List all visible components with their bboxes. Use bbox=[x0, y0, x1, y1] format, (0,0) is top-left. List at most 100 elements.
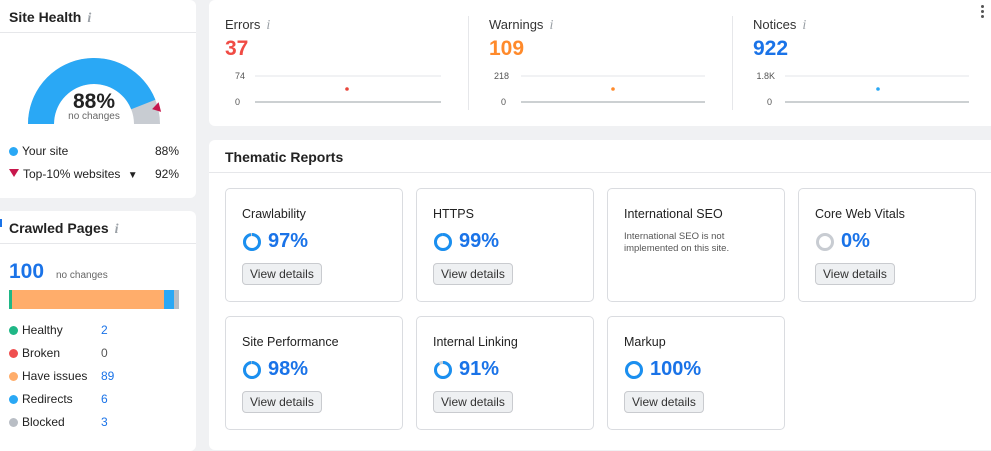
progress-ring-icon bbox=[243, 232, 261, 251]
thematic-reports-title: Thematic Reports bbox=[225, 149, 344, 165]
crawled-pages-header: Crawled Pages i bbox=[9, 220, 119, 238]
progress-ring-icon bbox=[625, 360, 643, 379]
row-label: Broken bbox=[22, 346, 61, 360]
ring-fill bbox=[625, 360, 643, 379]
report-title: Markup bbox=[624, 335, 666, 349]
zero-tick-label: 0 bbox=[235, 97, 240, 107]
report-card-site-performance[interactable]: Site Performance 98% View details bbox=[225, 316, 403, 430]
errors-sparkline: 74 0 bbox=[235, 71, 441, 107]
divider bbox=[0, 32, 196, 33]
info-icon[interactable]: i bbox=[115, 222, 119, 237]
report-card-internal-linking[interactable]: Internal Linking 91% View details bbox=[416, 316, 594, 430]
row-value: 0 bbox=[101, 346, 108, 360]
thematic-reports-widget: Thematic Reports Crawlability 97% View d… bbox=[209, 140, 991, 450]
ring-track bbox=[816, 232, 834, 251]
crawled-pages-title: Crawled Pages bbox=[9, 220, 109, 236]
row-value-link[interactable]: 3 bbox=[101, 415, 108, 429]
broken-dot-icon bbox=[9, 349, 18, 358]
site-health-widget: Site Health i 88% no changes Your site 88… bbox=[0, 0, 196, 198]
max-tick-label: 218 bbox=[494, 71, 509, 81]
zero-tick-label: 0 bbox=[767, 97, 772, 107]
crawled-pages-stacked-bar[interactable] bbox=[9, 290, 179, 309]
focus-accent bbox=[0, 219, 2, 227]
report-title: HTTPS bbox=[433, 207, 474, 221]
notices-metric[interactable]: Notices i 922 1.8K 0 bbox=[737, 0, 987, 126]
legend-your-site: Your site 88% bbox=[9, 144, 179, 158]
report-card-markup[interactable]: Markup 100% View details bbox=[607, 316, 785, 430]
divider bbox=[732, 16, 733, 110]
data-point bbox=[876, 87, 880, 91]
crawled-row-healthy[interactable]: Healthy 2 bbox=[9, 323, 119, 337]
issues-widget: Errors i 37 74 0 Warnings i 109 218 0 Noti… bbox=[209, 0, 991, 126]
report-card-international-seo: International SEO International SEO is n… bbox=[607, 188, 785, 302]
your-site-dot-icon bbox=[9, 147, 18, 156]
row-value-link[interactable]: 89 bbox=[101, 369, 114, 383]
bar-segment-blocked[interactable] bbox=[173, 290, 179, 309]
report-title: International SEO bbox=[624, 207, 723, 221]
report-card-https[interactable]: HTTPS 99% View details bbox=[416, 188, 594, 302]
info-icon[interactable]: i bbox=[87, 11, 91, 26]
report-title: Internal Linking bbox=[433, 335, 518, 349]
view-details-button[interactable]: View details bbox=[433, 263, 513, 285]
top10-triangle-icon bbox=[9, 169, 19, 177]
report-score: 91% bbox=[433, 358, 499, 381]
crawled-row-redirects[interactable]: Redirects 6 bbox=[9, 392, 119, 406]
view-details-button[interactable]: View details bbox=[242, 391, 322, 413]
crawled-pages-change: no changes bbox=[56, 270, 108, 281]
report-score: 98% bbox=[242, 358, 308, 381]
divider bbox=[468, 16, 469, 110]
row-label: Have issues bbox=[22, 369, 88, 383]
row-value-link[interactable]: 2 bbox=[101, 323, 108, 337]
report-note: International SEO is not implemented on … bbox=[624, 231, 730, 254]
notices-sparkline: 1.8K 0 bbox=[756, 71, 969, 107]
progress-ring-icon bbox=[434, 360, 452, 379]
site-health-header: Site Health i bbox=[9, 9, 91, 27]
max-tick-label: 1.8K bbox=[756, 71, 775, 81]
crawled-row-have-issues[interactable]: Have issues 89 bbox=[9, 369, 119, 383]
view-details-button[interactable]: View details bbox=[242, 263, 322, 285]
crawled-row-blocked[interactable]: Blocked 3 bbox=[9, 415, 119, 429]
site-health-change: no changes bbox=[68, 111, 120, 122]
blocked-dot-icon bbox=[9, 418, 18, 427]
report-title: Site Performance bbox=[242, 335, 339, 349]
legend-label: Your site bbox=[22, 144, 69, 158]
view-details-button[interactable]: View details bbox=[433, 391, 513, 413]
report-score: 0% bbox=[815, 230, 870, 253]
chevron-down-icon[interactable]: ▼ bbox=[128, 170, 138, 181]
row-label: Redirects bbox=[22, 392, 73, 406]
ring-fill bbox=[243, 232, 261, 251]
crawled-row-broken: Broken 0 bbox=[9, 346, 119, 360]
report-title: Core Web Vitals bbox=[815, 207, 905, 221]
legend-value: 88% bbox=[154, 144, 179, 158]
view-details-button[interactable]: View details bbox=[624, 391, 704, 413]
warnings-sparkline: 218 0 bbox=[494, 71, 705, 107]
site-health-title: Site Health bbox=[9, 9, 82, 25]
progress-ring-icon bbox=[816, 232, 834, 251]
report-card-core-web-vitals[interactable]: Core Web Vitals 0% View details bbox=[798, 188, 976, 302]
row-label: Healthy bbox=[22, 323, 63, 337]
max-tick-label: 74 bbox=[235, 71, 245, 81]
crawled-pages-total: 100 bbox=[9, 260, 45, 283]
errors-metric[interactable]: Errors i 37 74 0 bbox=[209, 0, 459, 126]
ring-fill bbox=[434, 360, 452, 379]
report-title: Crawlability bbox=[242, 207, 306, 221]
have-issues-dot-icon bbox=[9, 372, 18, 381]
ring-fill bbox=[243, 360, 261, 379]
report-score: 99% bbox=[433, 230, 499, 253]
redirects-dot-icon bbox=[9, 395, 18, 404]
data-point bbox=[611, 87, 615, 91]
bar-segment-have-issues[interactable] bbox=[12, 290, 164, 309]
warnings-metric[interactable]: Warnings i 109 218 0 bbox=[473, 0, 723, 126]
data-point bbox=[345, 87, 349, 91]
more-options-icon[interactable] bbox=[981, 5, 985, 20]
legend-top10[interactable]: Top-10% websites ▼ 92% bbox=[9, 167, 179, 181]
report-card-crawlability[interactable]: Crawlability 97% View details bbox=[225, 188, 403, 302]
row-value-link[interactable]: 6 bbox=[101, 392, 108, 406]
divider bbox=[209, 172, 991, 173]
view-details-button[interactable]: View details bbox=[815, 263, 895, 285]
legend-value: 92% bbox=[154, 167, 179, 181]
row-label: Blocked bbox=[22, 415, 65, 429]
progress-ring-icon bbox=[434, 232, 452, 251]
report-score: 100% bbox=[624, 358, 701, 381]
bar-segment-redirects[interactable] bbox=[163, 290, 174, 309]
